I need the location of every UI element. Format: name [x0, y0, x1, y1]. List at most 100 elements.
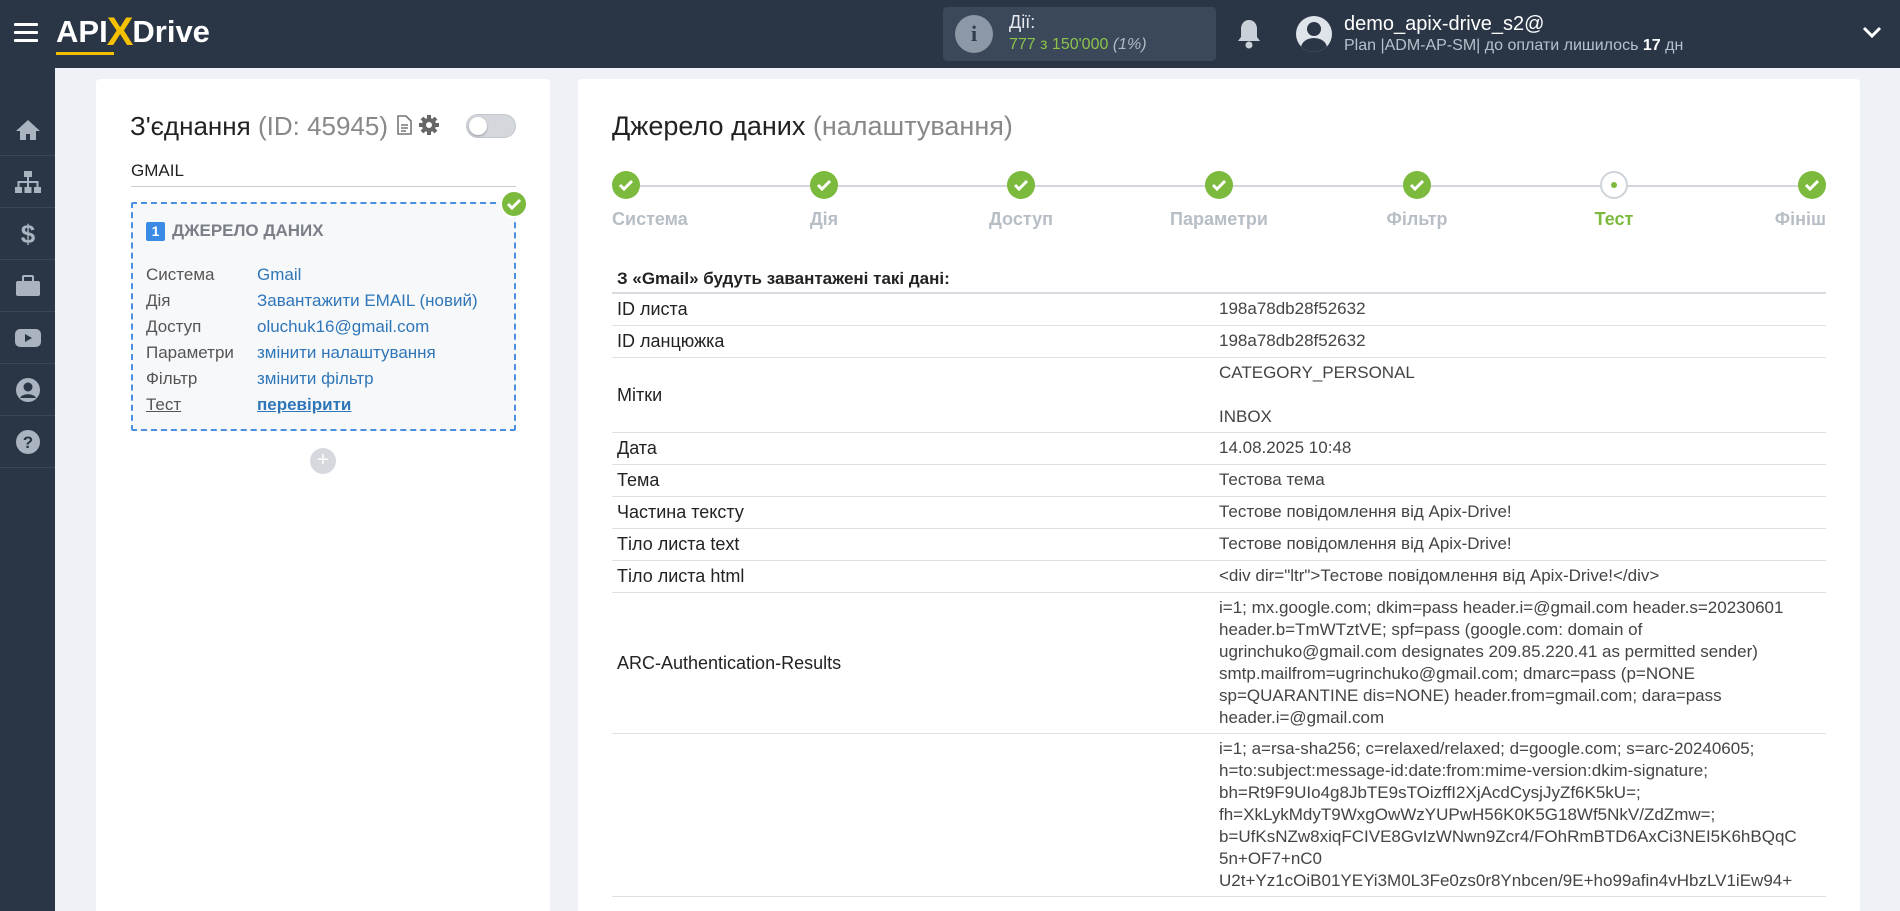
- step-label: Параметри: [1170, 209, 1268, 229]
- bell-icon[interactable]: [1234, 17, 1264, 51]
- connection-toggle[interactable]: [466, 114, 516, 138]
- step-7[interactable]: Фініш: [1666, 171, 1826, 230]
- youtube-icon[interactable]: [0, 313, 55, 364]
- table-row: Мітки CATEGORY_PERSONAL INBOX: [612, 358, 1826, 433]
- actions-count: 777 з 150'000: [1009, 36, 1109, 53]
- field-label-access: Доступ: [146, 317, 202, 336]
- menu-icon[interactable]: [14, 23, 38, 43]
- step-done-icon: [1007, 171, 1035, 199]
- table-row: ID листа 198a78db28f52632: [612, 294, 1826, 326]
- row-value-line: bh=Rt9F9UIo4g8JbTE9sTOizffI2XjAcdCysjJyZ…: [1219, 783, 1641, 802]
- field-value-action[interactable]: Завантажити EMAIL (новий): [257, 291, 492, 311]
- actions-counter[interactable]: i Дії: 777 з 150'000 (1%): [943, 7, 1216, 61]
- step-2[interactable]: Дія: [744, 171, 904, 230]
- row-value: <div dir="ltr">Тестове повідомлення від …: [1219, 561, 1826, 592]
- logo-underline: [56, 52, 114, 55]
- plan-text: Plan |ADM-AP-SM| до оплати лишилось: [1344, 37, 1643, 54]
- data-source-block[interactable]: 1 ДЖЕРЕЛО ДАНИХ Система Gmail Дія Заванта…: [131, 202, 516, 431]
- row-key: ID листа: [617, 299, 688, 319]
- user-icon[interactable]: [0, 365, 55, 416]
- step-5[interactable]: Фільтр: [1337, 171, 1497, 230]
- actions-percent: (1%): [1112, 36, 1147, 53]
- step-done-icon: [1403, 171, 1431, 199]
- apix-drive-logo[interactable]: API X Drive: [56, 10, 210, 55]
- row-value: i=1; a=rsa-sha256; c=relaxed/relaxed; d=…: [1219, 734, 1826, 896]
- table-intro: З «Gmail» будуть завантажені такі дані:: [612, 263, 1826, 294]
- step-4[interactable]: Параметри: [1139, 171, 1299, 230]
- field-label-filter: Фільтр: [146, 369, 198, 388]
- row-value-line: h=to:subject:message-id:date:from:mime-v…: [1219, 761, 1708, 780]
- table-row: Частина тексту Тестове повідомлення від A…: [612, 497, 1826, 529]
- svg-text:$: $: [20, 220, 35, 248]
- home-icon[interactable]: [0, 105, 55, 156]
- table-row: i=1; a=rsa-sha256; c=relaxed/relaxed; d=…: [612, 734, 1826, 897]
- user-name[interactable]: demo_apix-drive_s2@: [1344, 13, 1544, 36]
- field-value-system[interactable]: Gmail: [257, 265, 492, 285]
- field-label-params: Параметри: [146, 343, 234, 362]
- gear-icon[interactable]: [418, 114, 440, 141]
- field-value-filter[interactable]: змінити фільтр: [257, 369, 492, 389]
- document-icon[interactable]: [396, 115, 412, 140]
- connection-title-text: З'єднання: [130, 111, 251, 141]
- row-value-line: <div dir="ltr">Тестове повідомлення від …: [1219, 566, 1660, 585]
- sitemap-icon[interactable]: [0, 157, 55, 208]
- field-value-test[interactable]: перевірити: [257, 395, 492, 415]
- row-value: Тестова тема: [1219, 465, 1826, 496]
- table-row: Тіло листа text Тестове повідомлення від …: [612, 529, 1826, 561]
- row-key: ARC-Authentication-Results: [617, 652, 842, 673]
- help-icon[interactable]: ?: [0, 417, 55, 468]
- logo-text-drive: Drive: [132, 14, 210, 49]
- row-value: CATEGORY_PERSONAL INBOX: [1219, 358, 1826, 432]
- field-label-system: Система: [146, 265, 215, 284]
- row-value-line: i=1; a=rsa-sha256; c=relaxed/relaxed; d=…: [1219, 739, 1755, 758]
- step-label: Дія: [809, 209, 839, 229]
- row-value: 14.08.2025 10:48: [1219, 433, 1826, 464]
- source-settings-panel: Джерело даних (налаштування) Система Дія Д…: [578, 79, 1860, 911]
- row-value-line: Тестове повідомлення від Apix-Drive!: [1219, 534, 1512, 553]
- source-heading-text: ДЖЕРЕЛО ДАНИХ: [172, 221, 324, 240]
- svg-text:?: ?: [22, 433, 32, 452]
- step-done-icon: [810, 171, 838, 199]
- row-key: Мітки: [617, 384, 663, 405]
- row-key: Тема: [617, 470, 660, 490]
- row-value-line: 14.08.2025 10:48: [1219, 438, 1352, 457]
- row-value-line: 198a78db28f52632: [1219, 331, 1366, 350]
- step-label: Фініш: [1774, 209, 1826, 229]
- row-key: Тіло листа text: [617, 534, 740, 554]
- user-plan: Plan |ADM-AP-SM| до оплати лишилось 17 д…: [1344, 37, 1683, 55]
- chevron-down-icon[interactable]: [1862, 24, 1882, 40]
- row-key: Тіло листа html: [617, 566, 745, 586]
- table-row: ID ланцюжка 198a78db28f52632: [612, 326, 1826, 358]
- step-current-icon: [1600, 171, 1628, 199]
- field-value-access[interactable]: oluchuk16@gmail.com: [257, 317, 492, 337]
- row-value-line: 198a78db28f52632: [1219, 299, 1366, 318]
- info-icon: i: [955, 15, 993, 53]
- dollar-icon[interactable]: $: [0, 209, 55, 260]
- top-bar: API X Drive i Дії: 777 з 150'000 (1%) demo…: [0, 0, 1900, 68]
- table-row: Тема Тестова тема: [612, 465, 1826, 497]
- row-value-line: sp=QUARANTINE dis=NONE) header.from=gmai…: [1219, 686, 1722, 705]
- row-value: 198a78db28f52632: [1219, 294, 1826, 325]
- step-3[interactable]: Доступ: [941, 171, 1101, 230]
- field-value-params[interactable]: змінити налаштування: [257, 343, 492, 363]
- connection-name[interactable]: GMAIL: [131, 161, 516, 187]
- row-value-line: CATEGORY_PERSONAL: [1219, 363, 1415, 382]
- connection-title: З'єднання (ID: 45945): [130, 111, 388, 142]
- user-avatar[interactable]: [1296, 16, 1332, 52]
- row-value: 198a78db28f52632: [1219, 326, 1826, 357]
- connection-id: (ID: 45945): [257, 111, 389, 141]
- step-label: Фільтр: [1386, 209, 1448, 229]
- row-key: ID ланцюжка: [617, 331, 725, 351]
- briefcase-icon[interactable]: [0, 261, 55, 312]
- row-value: Тестове повідомлення від Apix-Drive!: [1219, 529, 1826, 560]
- table-row: ARC-Authentication-Results i=1; mx.google…: [612, 593, 1826, 734]
- step-done-icon: [1205, 171, 1233, 199]
- row-value: i=1; mx.google.com; dkim=pass header.i=@…: [1219, 593, 1826, 733]
- row-value-line: b=UfKsNZw8xiqFCIVE8GvIzWNwn9Zcr4/FOhRmBT…: [1219, 827, 1797, 846]
- field-label-test: Тест: [146, 395, 182, 414]
- row-value: Тестове повідомлення від Apix-Drive!: [1219, 497, 1826, 528]
- row-value-line: [1219, 384, 1826, 406]
- row-key: Частина тексту: [617, 502, 744, 522]
- add-step-button[interactable]: +: [310, 448, 336, 474]
- source-number-badge: 1: [146, 221, 165, 241]
